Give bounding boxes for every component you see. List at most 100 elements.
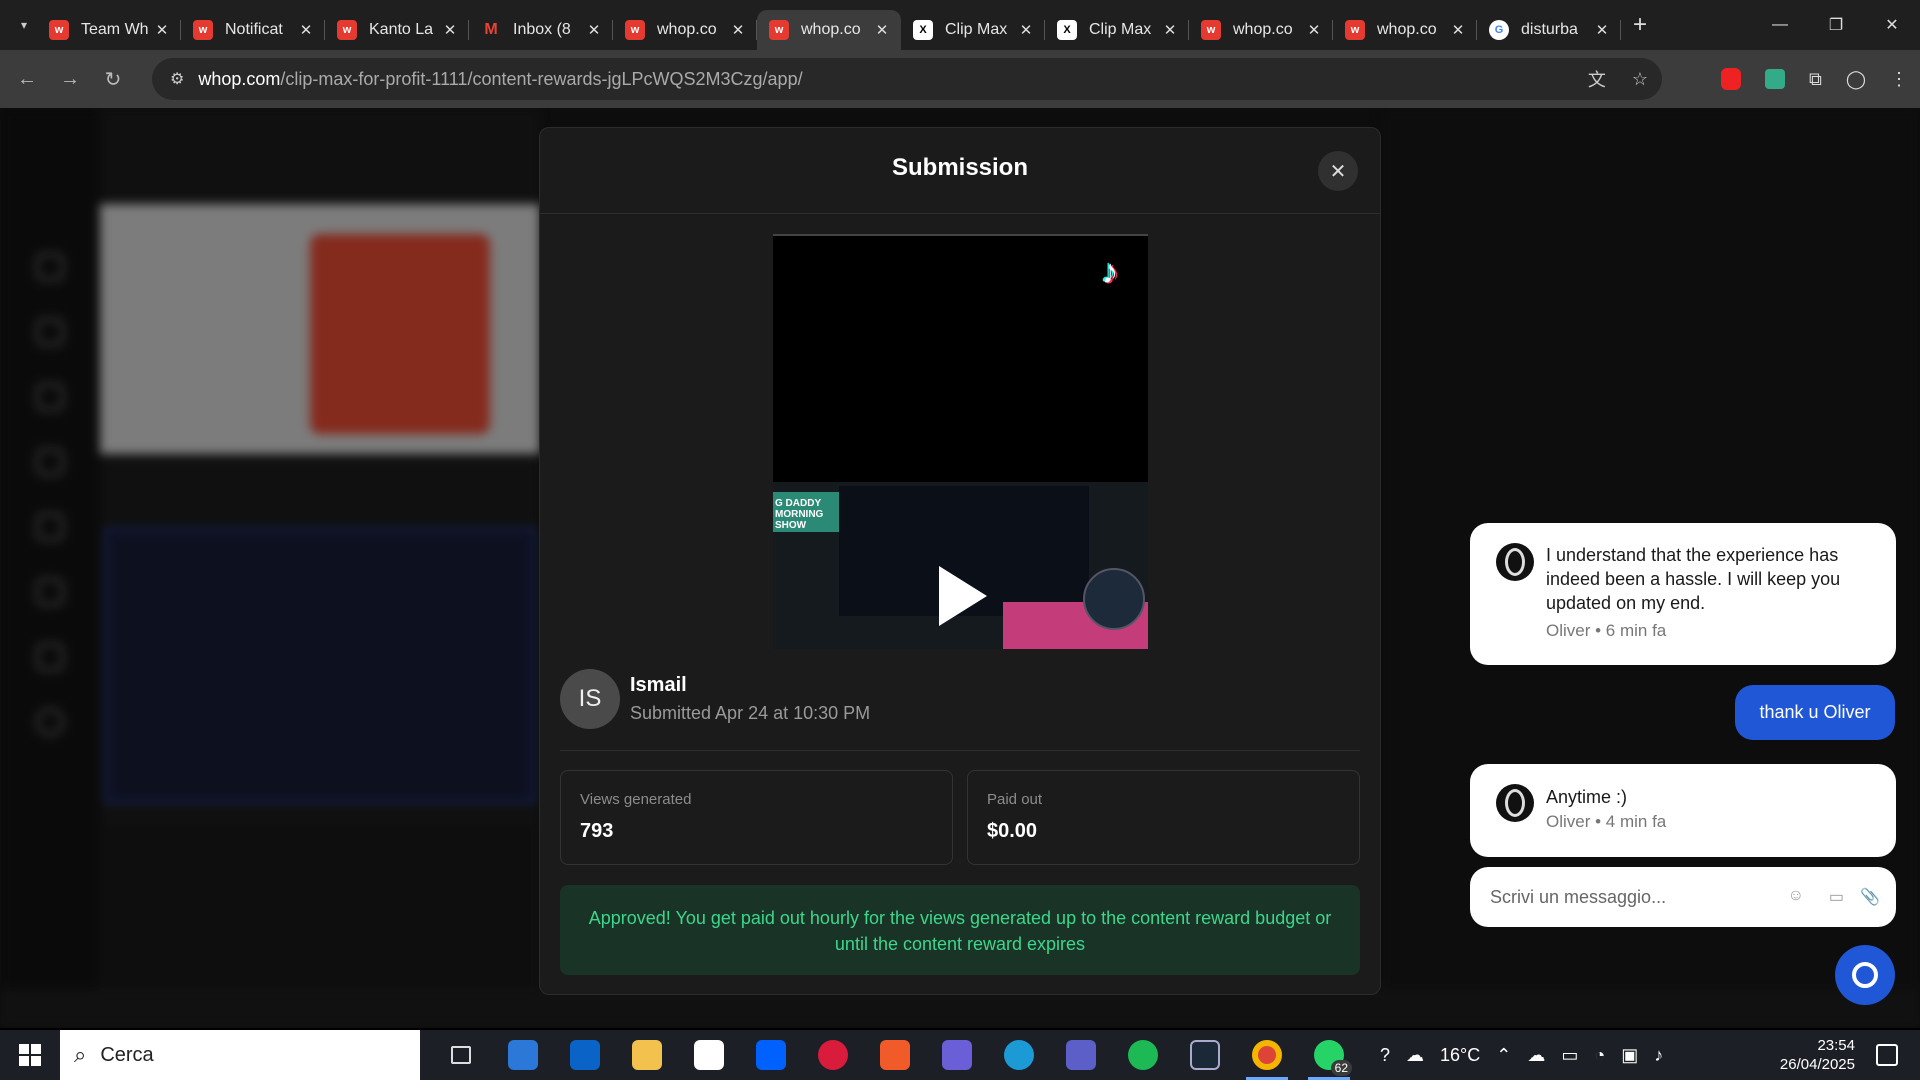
new-tab-icon[interactable]: + (1633, 11, 1647, 39)
chat-launcher-button[interactable] (1835, 945, 1895, 1005)
extension-green-icon[interactable] (1764, 69, 1785, 89)
start-button[interactable] (0, 1030, 60, 1080)
close-tab-icon[interactable]: ✕ (441, 21, 459, 39)
close-tab-icon[interactable]: ✕ (585, 21, 603, 39)
chat-rail-icon (36, 448, 64, 476)
store-icon[interactable] (492, 1030, 554, 1080)
extensions-puzzle-icon[interactable]: ⧉ (1809, 69, 1822, 90)
browser-tab[interactable]: X Clip Max ✕ (901, 10, 1045, 50)
microsoft-365-icon[interactable] (926, 1030, 988, 1080)
browser-tab[interactable]: w Kanto La ✕ (325, 10, 469, 50)
browser-tab[interactable]: M Inbox (8 ✕ (469, 10, 613, 50)
close-window-icon[interactable]: ✕ (1864, 0, 1920, 50)
browser-tab[interactable]: w whop.co ✕ (1189, 10, 1333, 50)
whop-icon: w (1201, 20, 1221, 40)
close-icon[interactable]: ✕ (1318, 151, 1358, 191)
teams-icon[interactable] (1050, 1030, 1112, 1080)
whop-icon: w (49, 20, 69, 40)
help-icon[interactable]: ? (1380, 1045, 1390, 1066)
chrome-icon[interactable] (1236, 1030, 1298, 1080)
home-icon (36, 253, 64, 281)
system-tray: ? ☁ 16°C ⌃ ☁ ▭ ◔ ▣ ♪ (1380, 1030, 1663, 1080)
tab-title: whop.co (1377, 21, 1437, 38)
minimize-icon[interactable]: — (1752, 0, 1808, 50)
opera-gx-icon[interactable] (802, 1030, 864, 1080)
video-banner: G DADDY MORNING SHOW (773, 492, 839, 532)
play-icon[interactable] (939, 566, 987, 626)
chat-message-input[interactable]: Scrivi un messaggio... ☺ ▭ 📎 (1470, 867, 1896, 927)
windows-taskbar: ⌕ Cerca 62 ? ☁ 16°C ⌃ ☁ ▭ ◔ ▣ ♪ 23:54 26… (0, 1030, 1920, 1080)
taskbar-search[interactable]: ⌕ Cerca (60, 1030, 420, 1080)
video-avatar (1083, 568, 1145, 630)
browser-tab[interactable]: w Team Wh ✕ (37, 10, 181, 50)
close-tab-icon[interactable]: ✕ (1593, 21, 1611, 39)
whatsapp-icon[interactable]: 62 (1298, 1030, 1360, 1080)
extension-red-icon[interactable] (1720, 68, 1741, 90)
weather-cloud-icon[interactable]: ☁ (1406, 1045, 1424, 1066)
tab-search-menu-icon[interactable]: ▾ (11, 12, 37, 38)
url-path: /clip-max-for-profit-1111/content-reward… (280, 68, 803, 89)
weather-temp[interactable]: 16°C (1440, 1045, 1480, 1066)
taskbar-clock[interactable]: 23:54 26/04/2025 (1765, 1036, 1855, 1074)
close-tab-icon[interactable]: ✕ (729, 21, 747, 39)
outlook-icon[interactable] (554, 1030, 616, 1080)
search-placeholder: Cerca (100, 1043, 154, 1066)
volume-icon[interactable]: ♪ (1654, 1045, 1663, 1066)
reload-icon[interactable]: ↻ (97, 63, 129, 95)
forward-icon[interactable]: → (54, 63, 86, 95)
spotify-icon[interactable] (1112, 1030, 1174, 1080)
browser-tab[interactable]: Gdisturba ✕ (1477, 10, 1621, 50)
chat-message-meta: Oliver • 4 min fa (1546, 812, 1667, 831)
dropbox-icon[interactable] (740, 1030, 802, 1080)
notification-center-icon[interactable] (1876, 1044, 1898, 1066)
brave-icon[interactable] (864, 1030, 926, 1080)
close-tab-icon[interactable]: ✕ (873, 21, 891, 39)
attachment-icon[interactable]: 📎 (1860, 887, 1880, 907)
close-tab-icon[interactable]: ✕ (1449, 21, 1467, 39)
wifi-icon[interactable]: ◔ (1594, 1045, 1605, 1066)
site-info-icon[interactable]: ⚙ (170, 69, 184, 89)
browser-tab[interactable]: X Clip Max ✕ (1045, 10, 1189, 50)
bookmark-star-icon[interactable]: ☆ (1632, 69, 1648, 90)
emoji-icon[interactable]: ☺ (1788, 887, 1804, 905)
browser-tab[interactable]: w whop.co ✕ (613, 10, 757, 50)
gif-icon[interactable]: ▭ (1829, 887, 1844, 907)
restore-icon[interactable]: ❐ (1808, 0, 1864, 50)
close-tab-icon[interactable]: ✕ (297, 21, 315, 39)
browser-tab[interactable]: w Notificat ✕ (181, 10, 325, 50)
task-view-icon[interactable] (430, 1030, 492, 1080)
close-tab-icon[interactable]: ✕ (1305, 21, 1323, 39)
amazon-icon[interactable] (678, 1030, 740, 1080)
browser-tab[interactable]: w whop.co ✕ (1333, 10, 1477, 50)
video-preview[interactable]: ♪ G DADDY MORNING SHOW (773, 234, 1148, 649)
display-icon[interactable]: ▣ (1621, 1045, 1638, 1066)
translate-icon[interactable]: 文 (1588, 66, 1606, 92)
file-explorer-icon[interactable] (616, 1030, 678, 1080)
steam-icon[interactable] (1174, 1030, 1236, 1080)
onedrive-icon[interactable]: ☁ (1527, 1045, 1545, 1066)
submitter-name: Ismail (630, 674, 687, 696)
tiktok-icon: ♪ (1101, 253, 1119, 291)
chat-message-text: Anytime :) (1546, 787, 1628, 807)
close-tab-icon[interactable]: ✕ (153, 21, 171, 39)
battery-icon[interactable]: ▭ (1561, 1045, 1578, 1066)
back-icon[interactable]: ← (11, 63, 43, 95)
chat-message-user: thank u Oliver (1735, 685, 1895, 740)
edge-icon[interactable] (988, 1030, 1050, 1080)
address-bar[interactable]: ⚙ whop.com/clip-max-for-profit-1111/cont… (152, 58, 1662, 100)
tab-title: Clip Max (1089, 21, 1152, 38)
profile-icon[interactable]: ◯ (1846, 69, 1866, 90)
browser-tab-active[interactable]: w whop.co ✕ (757, 10, 901, 50)
chat-message-text: I understand that the experience has ind… (1546, 545, 1841, 613)
inbox-icon (36, 578, 64, 606)
tag-icon (36, 643, 64, 671)
tab-title: whop.co (1233, 21, 1293, 38)
search-icon (1852, 962, 1878, 988)
browser-menu-icon[interactable]: ⋮ (1890, 69, 1908, 90)
tray-chevron-icon[interactable]: ⌃ (1496, 1045, 1511, 1066)
stat-value: $0.00 (987, 820, 1038, 842)
stat-value: 793 (580, 820, 614, 842)
submitter-info: Ismail Submitted Apr 24 at 10:30 PM (630, 674, 870, 724)
close-tab-icon[interactable]: ✕ (1161, 21, 1179, 39)
close-tab-icon[interactable]: ✕ (1017, 21, 1035, 39)
